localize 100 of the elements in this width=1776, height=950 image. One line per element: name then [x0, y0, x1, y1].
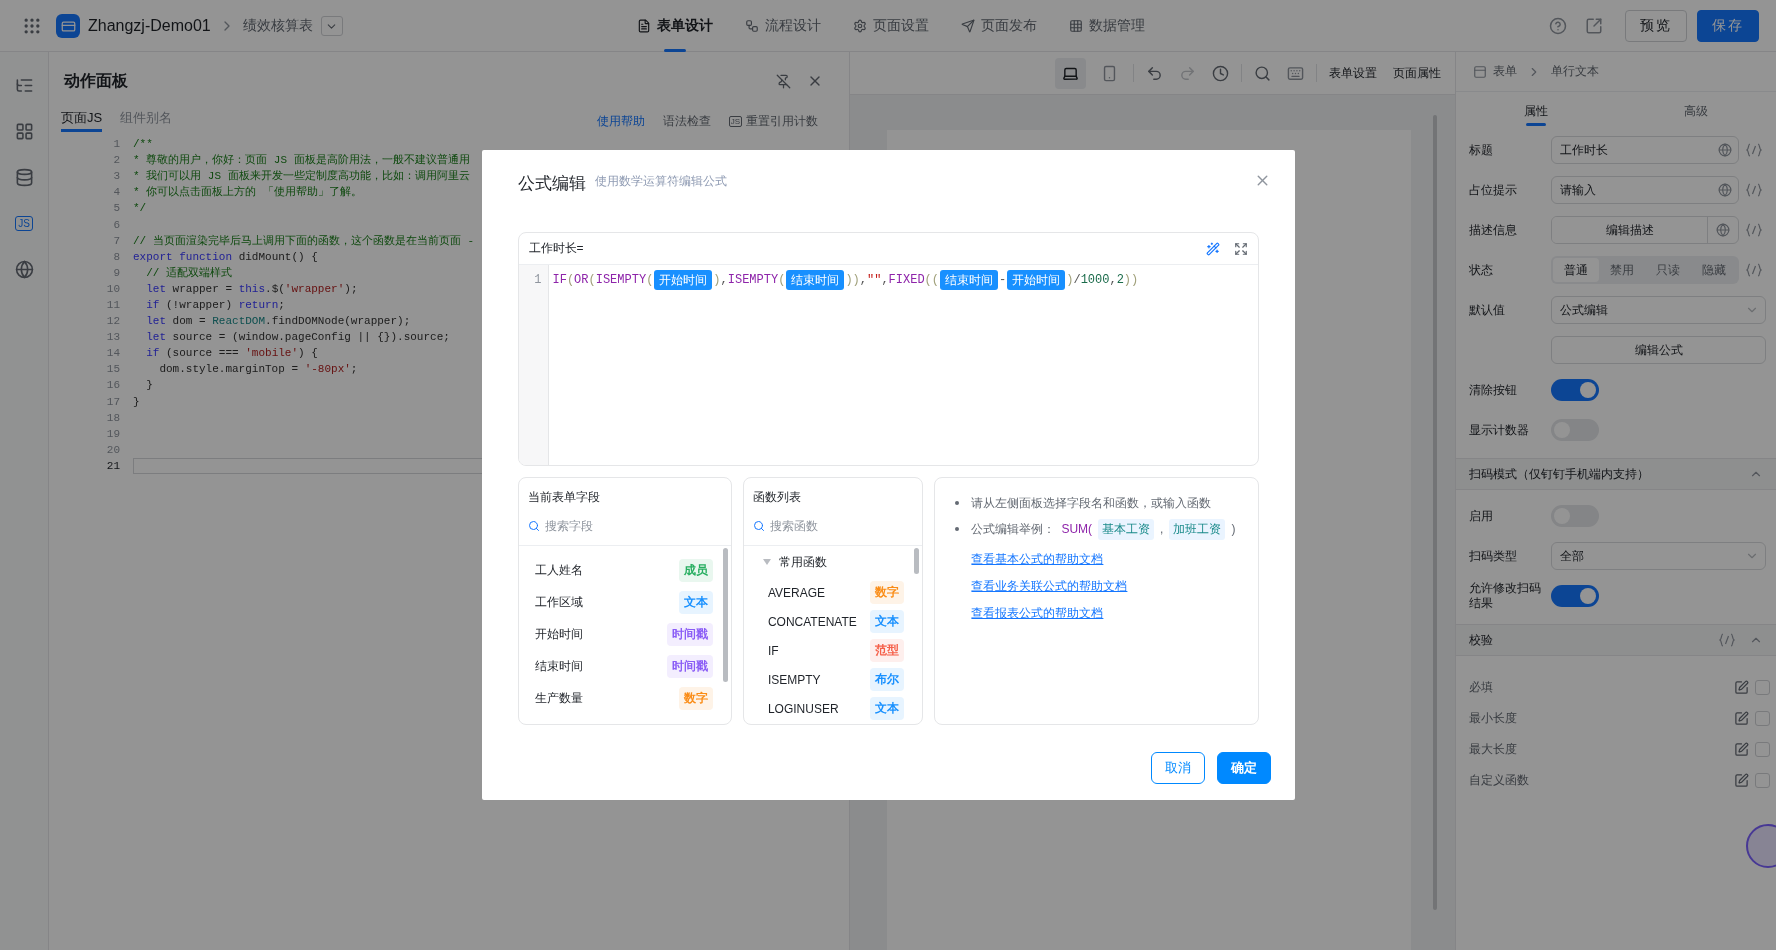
- magic-wand-icon[interactable]: [1205, 241, 1220, 256]
- confirm-button[interactable]: 确定: [1216, 751, 1271, 784]
- toolbar-link[interactable]: JS 重置引用计数: [719, 111, 827, 132]
- line-number: 6: [112, 218, 121, 231]
- nav-tab[interactable]: 流程设计: [728, 0, 837, 52]
- function-list-item[interactable]: IF 范型: [755, 636, 905, 665]
- laptop-icon[interactable]: [1055, 57, 1086, 89]
- edit-icon[interactable]: [1734, 742, 1749, 757]
- code-icon[interactable]: [1746, 223, 1762, 237]
- scrollbar-thumb[interactable]: [914, 548, 920, 574]
- code-line: }: [133, 394, 140, 410]
- edit-icon[interactable]: [1734, 680, 1749, 695]
- toolbar-link[interactable]: 语法检查: [653, 111, 720, 132]
- line-number: 16: [105, 379, 121, 392]
- line-number: 1: [112, 138, 121, 151]
- checkbox[interactable]: [1755, 742, 1770, 757]
- toggle-switch[interactable]: [1551, 379, 1599, 401]
- field-list-item[interactable]: 开始时间 时间戳: [534, 618, 713, 650]
- checkbox[interactable]: [1755, 680, 1770, 695]
- segment-option[interactable]: 隐藏: [1691, 258, 1737, 282]
- checkbox[interactable]: [1755, 711, 1770, 726]
- field-list-item[interactable]: 结束时间 时间戳: [534, 650, 713, 682]
- nav-tab[interactable]: 数据管理: [1052, 0, 1161, 52]
- field-chip[interactable]: 开始时间: [1007, 270, 1066, 290]
- code-icon[interactable]: [1746, 143, 1762, 157]
- app-name: Zhangzj-Demo01: [88, 17, 211, 35]
- field-list-item[interactable]: 工人姓名 成员: [534, 554, 713, 586]
- edit-icon[interactable]: [1734, 773, 1749, 788]
- page-dropdown-button[interactable]: [320, 16, 343, 36]
- code-line: dom.style.marginTop = '-80px';: [158, 362, 358, 378]
- panel-heading: 当前表单字段: [526, 489, 601, 506]
- field-chip[interactable]: 结束时间: [786, 270, 845, 290]
- segment-option[interactable]: 禁用: [1599, 258, 1645, 282]
- text-field[interactable]: 请输入: [1551, 176, 1739, 204]
- cancel-button[interactable]: 取消: [1150, 751, 1205, 784]
- apps-grid-icon[interactable]: [22, 16, 42, 36]
- function-name: ISEMPTY: [767, 672, 821, 687]
- nav-tab[interactable]: 页面发布: [944, 0, 1053, 52]
- code-line: if (!wrapper) return;: [145, 298, 285, 313]
- select-field[interactable]: 全部: [1551, 542, 1766, 570]
- field-list-item[interactable]: 工作区域 文本: [534, 586, 713, 618]
- nav-tab[interactable]: 页面设置: [836, 0, 945, 52]
- toolbar-link[interactable]: 表单设置: [1325, 62, 1381, 84]
- code-icon[interactable]: [1746, 263, 1762, 277]
- globe-icon[interactable]: [1718, 143, 1732, 157]
- property-tab[interactable]: 属性: [1456, 92, 1616, 130]
- line-number: 14: [105, 347, 121, 360]
- toggle-switch[interactable]: [1551, 585, 1599, 607]
- help-link[interactable]: 查看报表公式的帮助文档: [971, 600, 1248, 627]
- globe-icon[interactable]: [1716, 223, 1730, 237]
- toolbar-link[interactable]: 页面属性: [1389, 62, 1445, 84]
- scrollbar-thumb[interactable]: [722, 548, 728, 682]
- section-header[interactable]: 扫码模式（仅钉钉手机端内支持）: [1456, 458, 1776, 490]
- panel-tab[interactable]: 页面JS: [61, 105, 103, 132]
- code-icon[interactable]: [1719, 633, 1735, 647]
- help-link[interactable]: 查看业务关联公式的帮助文档: [971, 573, 1248, 600]
- formula-token: (: [588, 273, 596, 287]
- code-icon[interactable]: [1746, 183, 1762, 197]
- formula-token: ,: [859, 273, 867, 287]
- type-tag: 数字: [678, 686, 713, 710]
- search-field[interactable]: 搜索字段: [544, 518, 722, 533]
- field-list-item[interactable]: 生产数量 数字: [534, 682, 713, 714]
- fullscreen-icon[interactable]: [1233, 241, 1248, 256]
- formula-token: 2: [1116, 273, 1124, 287]
- breadcrumb-item[interactable]: 表单: [1493, 63, 1517, 80]
- nav-tab[interactable]: 表单设计: [620, 0, 729, 52]
- rule-label: 最大长度: [1469, 741, 1518, 758]
- preview-button[interactable]: 预览: [1625, 10, 1687, 42]
- field-chip[interactable]: 结束时间: [940, 270, 998, 290]
- checkbox[interactable]: [1755, 773, 1770, 788]
- line-number: 17: [105, 395, 121, 408]
- property-tab[interactable]: 高级: [1616, 92, 1776, 130]
- edit-formula-button[interactable]: 编辑公式: [1551, 336, 1766, 364]
- search-icon: [527, 519, 540, 532]
- edit-description-button[interactable]: 编辑描述: [1552, 217, 1708, 243]
- segment-option[interactable]: 普通: [1553, 258, 1599, 282]
- text-field[interactable]: 工作时长: [1551, 136, 1739, 164]
- globe-icon[interactable]: [1718, 183, 1732, 197]
- edit-icon[interactable]: [1734, 711, 1749, 726]
- save-button[interactable]: 保存: [1697, 10, 1759, 42]
- field-chip[interactable]: 开始时间: [654, 270, 713, 290]
- section-header[interactable]: 校验: [1456, 624, 1776, 656]
- help-link[interactable]: 查看基本公式的帮助文档: [971, 546, 1248, 573]
- segment-option[interactable]: 只读: [1645, 258, 1691, 282]
- function-list-item[interactable]: CONCATENATE 文本: [755, 607, 905, 636]
- code-line: /**: [133, 137, 153, 153]
- function-list-item[interactable]: AVERAGE 数字: [755, 578, 905, 607]
- select-field[interactable]: 公式编辑: [1551, 296, 1766, 324]
- formula-editor[interactable]: 工作时长= 1 IF(OR(ISEMPTY( 开始时间 ),ISEMPTY( 结束时间 )),"",FIXED(( 结束时间 - 开始时间 )/1000,2)): [517, 232, 1259, 466]
- toolbar-link[interactable]: 使用帮助: [587, 111, 654, 132]
- function-group[interactable]: 常用函数: [755, 546, 905, 578]
- function-list-item[interactable]: LOGINUSER 文本: [755, 694, 905, 723]
- field-chip: 基本工资: [1098, 518, 1155, 540]
- search-field[interactable]: 搜索函数: [769, 518, 914, 533]
- formula-token: IF: [552, 273, 567, 287]
- line-number: 1: [534, 273, 542, 287]
- field-name: 开始时间: [534, 625, 583, 643]
- field-label: 占位提示: [1469, 182, 1518, 198]
- function-list-item[interactable]: ISEMPTY 布尔: [755, 665, 905, 694]
- type-tag: 成员: [678, 558, 713, 582]
